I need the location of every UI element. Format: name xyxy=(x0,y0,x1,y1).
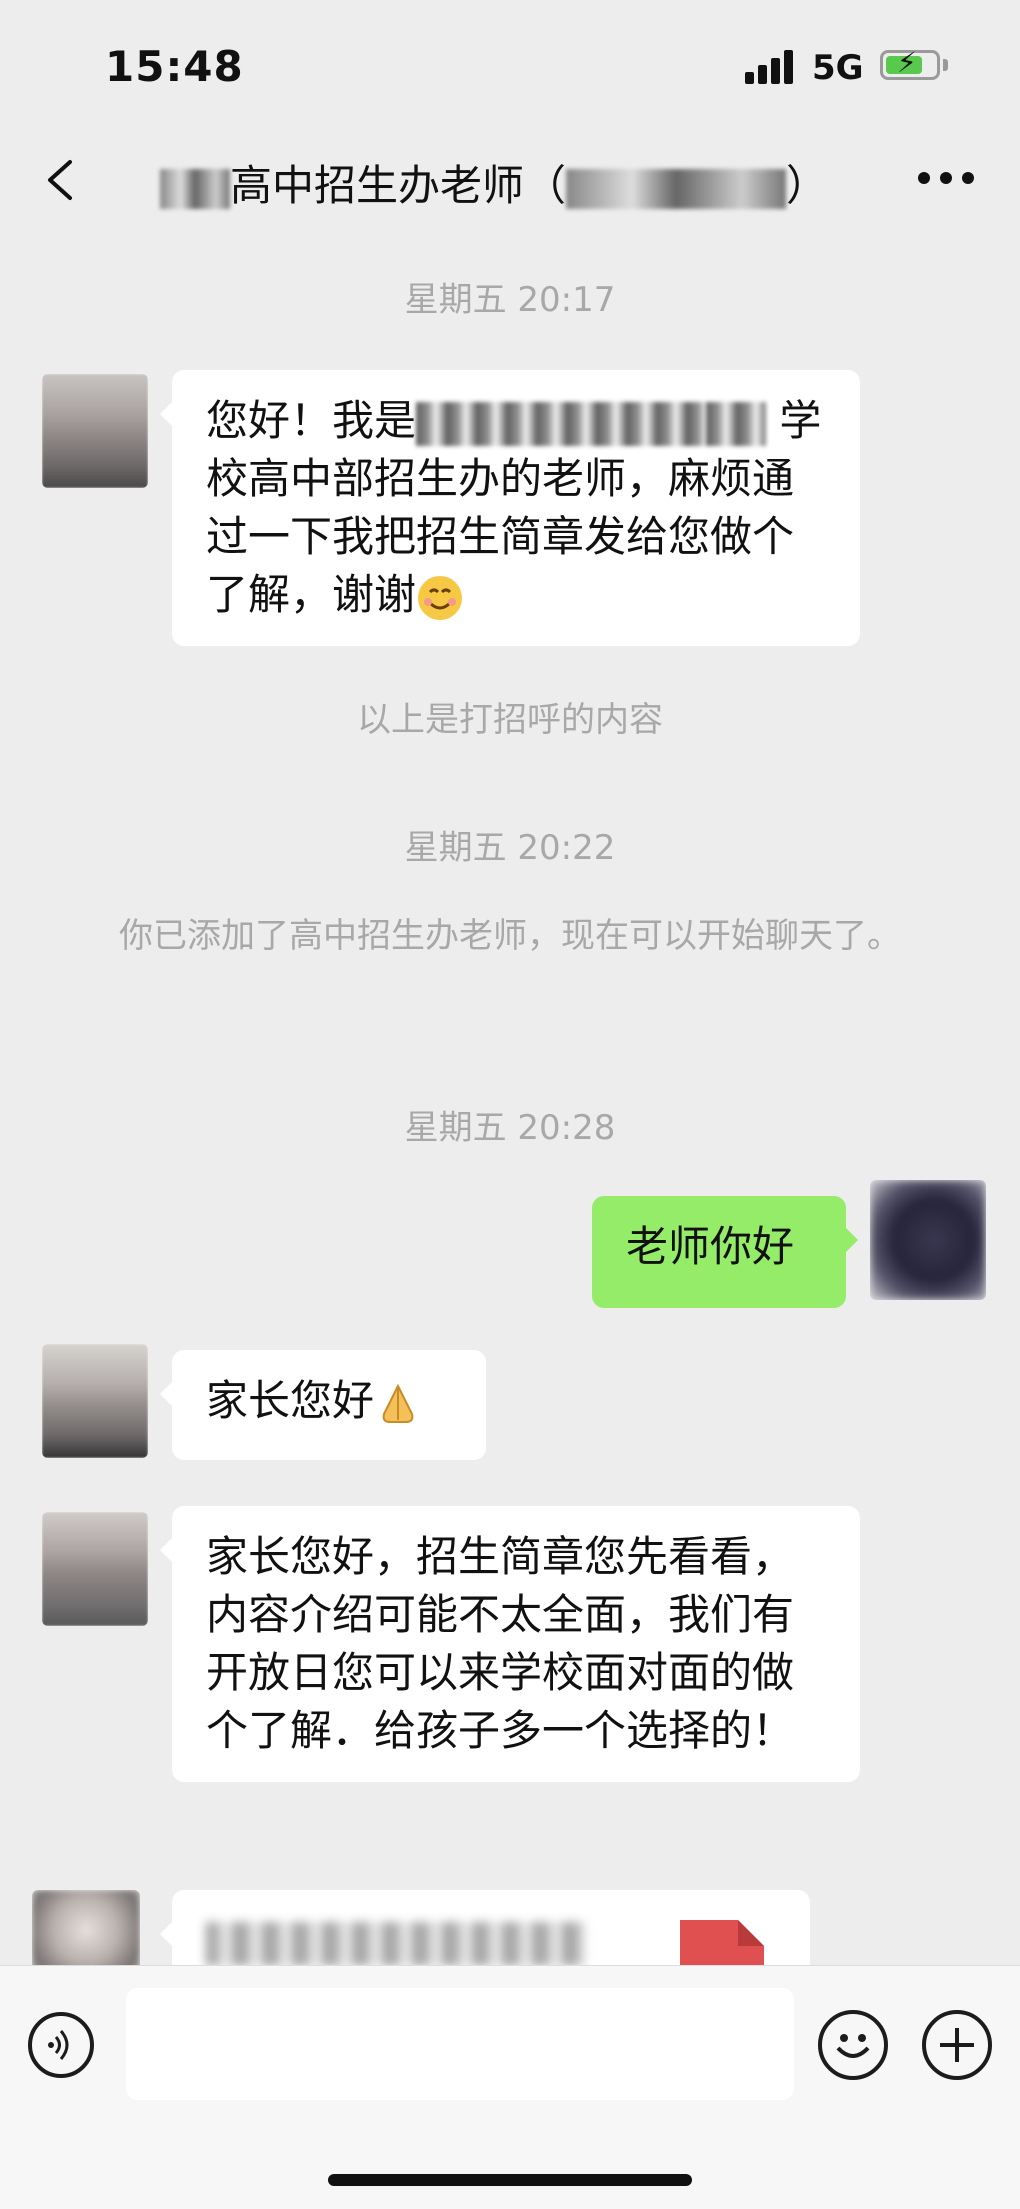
message-text: 家长您好，招生简章您先看看，内容介绍可能不太全面，我们有开放日您可以来学校面对面… xyxy=(206,1532,795,1755)
blurred-file-name xyxy=(206,1921,586,1965)
more-icon[interactable] xyxy=(918,172,974,186)
self-message-bubble[interactable]: 老师你好 xyxy=(592,1196,858,1308)
signal-icon xyxy=(745,50,797,84)
message-text: 老师你好 xyxy=(626,1222,795,1271)
system-note: 以上是打招呼的内容 xyxy=(357,700,663,740)
chat-title-text: 高中招生办老师（ xyxy=(230,161,567,210)
charging-icon: ⚡ xyxy=(897,46,917,79)
system-note: 你已添加了高中招生办老师，现在可以开始聊天了。 xyxy=(119,916,901,956)
add-icon[interactable] xyxy=(922,2010,992,2080)
self-avatar[interactable] xyxy=(870,1180,986,1300)
avatar[interactable] xyxy=(32,1890,140,1965)
emoji-icon[interactable] xyxy=(818,2010,888,2080)
nav-bar: 高中招生办老师（ ） xyxy=(0,130,1020,230)
message-bubble[interactable]: 家长您好 xyxy=(160,1350,486,1460)
avatar[interactable] xyxy=(42,1512,148,1626)
blurred-school-name xyxy=(416,401,707,446)
message-bubble[interactable]: 家长您好，招生简章您先看看，内容介绍可能不太全面，我们有开放日您可以来学校面对面… xyxy=(160,1506,860,1782)
blurred-name xyxy=(160,168,230,209)
smile-emoji xyxy=(418,575,463,620)
home-indicator[interactable] xyxy=(328,2174,692,2186)
pray-emoji xyxy=(382,1383,414,1423)
chat-area[interactable]: 星期五 20:17 您好！我是 学校高中部招生办的老师，麻烦通过一下我把招生简章… xyxy=(0,230,1020,1965)
timestamp: 星期五 20:17 xyxy=(404,280,616,320)
back-icon[interactable] xyxy=(40,158,84,202)
message-text: 您好！我是 xyxy=(206,396,417,445)
chat-title: 高中招生办老师（ ） xyxy=(160,152,840,213)
chat-title-end: ） xyxy=(786,161,829,210)
file-message[interactable] xyxy=(160,1890,810,1965)
avatar[interactable] xyxy=(42,1344,148,1458)
timestamp: 星期五 20:22 xyxy=(404,828,616,868)
message-text: 家长您好 xyxy=(206,1376,375,1425)
status-time: 15:48 xyxy=(105,42,244,91)
network-label: 5G xyxy=(812,48,864,88)
status-bar: 15:48 5G ⚡ xyxy=(0,0,1020,130)
message-bubble[interactable]: 您好！我是 学校高中部招生办的老师，麻烦通过一下我把招生简章发给您做个了解，谢谢 xyxy=(160,370,860,646)
file-icon xyxy=(680,1920,764,1965)
input-bar xyxy=(0,1965,1020,2209)
blurred-school-name xyxy=(566,168,787,209)
message-input[interactable] xyxy=(126,1988,794,2100)
voice-icon[interactable] xyxy=(28,2012,94,2078)
avatar[interactable] xyxy=(42,374,148,488)
timestamp: 星期五 20:28 xyxy=(404,1108,616,1148)
